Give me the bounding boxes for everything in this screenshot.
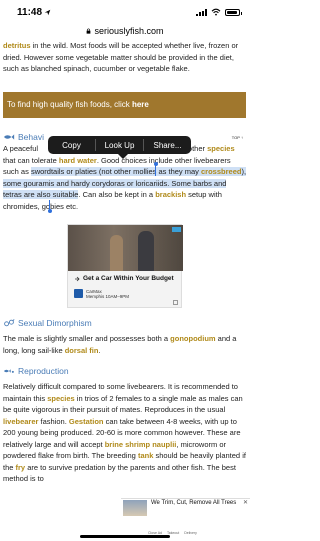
selection-start-line: [155, 165, 156, 176]
ad-info-icon[interactable]: [173, 300, 178, 305]
behaviour-text-2: that can tolerate: [3, 155, 59, 165]
intro-paragraph: detritus in the wild. Most foods will be…: [3, 40, 247, 75]
sexual-dimorphism-paragraph: The male is slightly smaller and possess…: [3, 333, 247, 356]
battery-icon: [225, 8, 242, 16]
glossary-link-fry[interactable]: fry: [16, 463, 26, 472]
section-title-behaviour: Behavi: [18, 132, 44, 142]
fish-food-banner[interactable]: To find high quality fish foods, click h…: [3, 92, 246, 118]
share-menu-item[interactable]: Share...: [144, 141, 191, 150]
glossary-link-gestation[interactable]: Gestation: [69, 417, 104, 426]
text-selection-menu: Copy Look Up Share...: [48, 136, 191, 154]
glossary-link-detritus[interactable]: detritus: [3, 41, 31, 50]
ad-headline[interactable]: Get a Car Within Your Budget: [74, 275, 174, 282]
copy-menu-item[interactable]: Copy: [48, 141, 95, 150]
sticky-ad-text[interactable]: We Trim, Cut, Remove All Trees: [151, 500, 236, 507]
intro-text: in the wild. Most foods will be accepted…: [3, 41, 239, 73]
url-text: seriouslyfish.com: [94, 26, 164, 36]
dimorphism-text-3: .: [98, 345, 101, 355]
glossary-link-brine-shrimp[interactable]: brine shrimp nauplii: [105, 440, 177, 449]
banner-link[interactable]: here: [132, 100, 149, 109]
display-ad[interactable]: Get a Car Within Your Budget CarMax Memph…: [67, 224, 183, 308]
carmax-logo: [74, 289, 83, 298]
fish-icon: [3, 134, 15, 140]
article-intro: detritus in the wild. Most foods will be…: [3, 40, 247, 75]
glossary-link-crossbreed[interactable]: crossbreed: [201, 167, 241, 176]
ad-headline-text: Get a Car Within Your Budget: [83, 275, 174, 282]
lock-icon: [87, 28, 91, 34]
cellular-signal-icon: [196, 8, 207, 16]
location-arrow-icon: [44, 9, 51, 16]
sticky-ad[interactable]: We Trim, Cut, Remove All Trees ✕: [121, 498, 250, 516]
home-indicator[interactable]: [80, 535, 170, 538]
selection-end-handle[interactable]: [48, 209, 52, 213]
behaviour-text-4: . Can also be kept in a: [78, 190, 156, 199]
section-title-sexual-dimorphism: Sexual Dimorphism: [18, 318, 92, 328]
glossary-link-gonopodium[interactable]: gonopodium: [170, 334, 215, 343]
arrow-right-icon: [75, 276, 80, 281]
status-time: 11:48: [17, 7, 43, 18]
glossary-link-species[interactable]: species: [47, 394, 75, 403]
back-to-top-link[interactable]: TOP ↑: [232, 135, 243, 140]
section-sexual-dimorphism: Sexual Dimorphism: [3, 317, 92, 329]
delivery-action[interactable]: Delivery: [184, 531, 197, 535]
ad-location: Memphis 10AM–9PM: [86, 294, 130, 299]
repro-text-7: are to survive predation by the parents …: [3, 462, 236, 484]
lookup-menu-item[interactable]: Look Up: [96, 141, 143, 150]
glossary-link-species[interactable]: species: [207, 144, 235, 153]
glossary-link-hard-water[interactable]: hard water: [59, 156, 97, 165]
ad-brand: CarMax Memphis 10AM–9PM: [74, 289, 129, 299]
wifi-icon: [211, 8, 221, 16]
adchoices-icon[interactable]: [172, 227, 181, 232]
repro-text-3: fashion.: [38, 416, 69, 426]
ad-thumbnail[interactable]: [123, 500, 147, 516]
banner-text: To find high quality fish foods, click: [7, 100, 132, 109]
close-ad-icon[interactable]: ✕: [243, 499, 248, 506]
section-title-reproduction: Reproduction: [18, 366, 69, 376]
behaviour-text-1: A peaceful: [3, 144, 39, 153]
fish-family-icon: [3, 369, 14, 373]
glossary-link-brackish[interactable]: brackish: [155, 190, 186, 199]
status-bar: 11:48: [0, 0, 250, 24]
glossary-link-tank[interactable]: tank: [138, 451, 153, 460]
dimorphism-text-1: The male is slightly smaller and possess…: [3, 334, 171, 343]
selected-text-1: swordtails or platies (not other mollies…: [30, 167, 202, 176]
section-reproduction: Reproduction: [3, 365, 69, 377]
reproduction-paragraph: Relatively difficult compared to some li…: [3, 381, 247, 485]
url-bar[interactable]: seriouslyfish.com: [0, 24, 250, 38]
glossary-link-dorsal-fin[interactable]: dorsal fin: [65, 346, 99, 355]
ad-video-image[interactable]: [68, 225, 183, 271]
status-icons: [196, 8, 242, 16]
glossary-link-livebearer[interactable]: livebearer: [3, 417, 38, 426]
male-female-icon: [4, 319, 15, 327]
menu-pointer: [118, 154, 128, 159]
